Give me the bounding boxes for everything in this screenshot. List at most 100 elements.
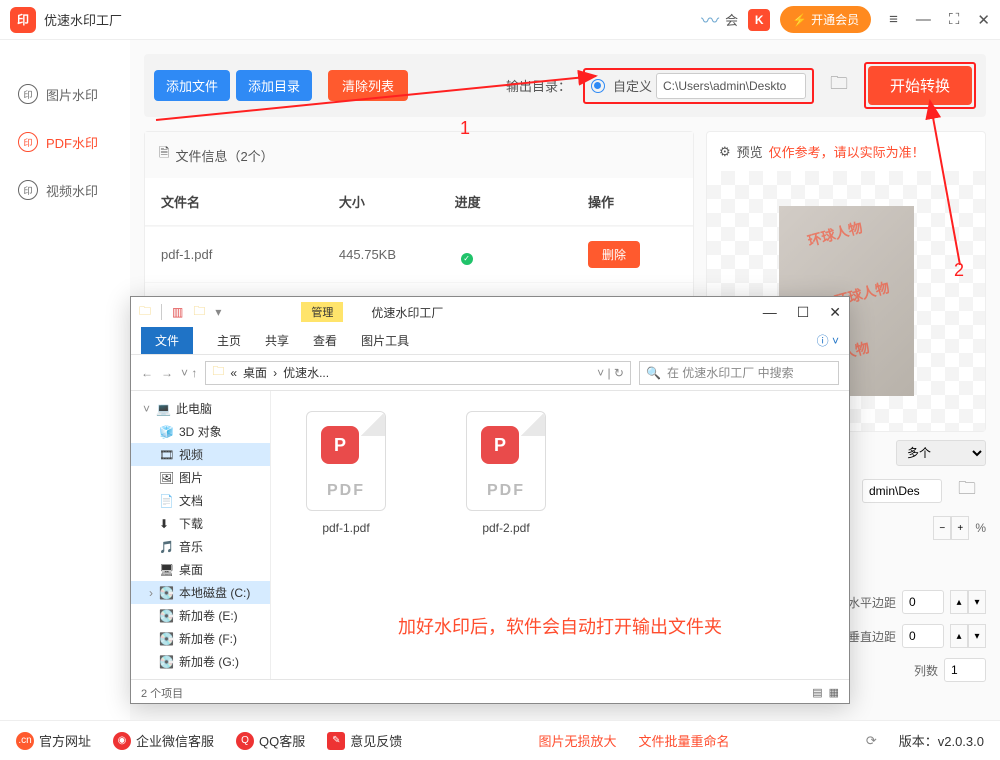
folder-icon: 🗀 [139,302,151,323]
help-icon[interactable]: ⓘ ˅ [817,332,839,349]
refresh-icon[interactable]: ⟳ [866,733,877,749]
explorer-note: 加好水印后，软件会自动打开输出文件夹 [271,613,849,639]
folder-icon[interactable]: 🗀 [830,71,848,101]
cols-input[interactable] [944,658,986,682]
menu-icon[interactable]: ≡ [889,11,898,29]
desktop-icon: 🖥 [159,563,173,577]
plus-button[interactable]: + [951,516,969,540]
step-up[interactable]: ▴ [950,590,968,614]
video-icon: 🎞 [159,448,173,462]
pdf-icon: P [481,426,519,464]
tree-node[interactable]: 💽新加卷 (E:) [131,604,270,627]
minus-button[interactable]: − [933,516,951,540]
tree-label: 桌面 [179,561,203,578]
web-icon: .cn [16,732,34,750]
official-site-link[interactable]: .cn 官方网址 [16,731,91,750]
close-icon[interactable]: ✕ [977,11,990,29]
convert-button[interactable]: 开始转换 [868,66,972,105]
sidebar-item-video[interactable]: 印视频水印 [0,166,130,214]
step-up[interactable]: ▴ [950,624,968,648]
up-icon[interactable]: ˅ ↑ [181,366,197,380]
close-icon[interactable]: ✕ [829,304,841,321]
minimize-icon[interactable]: — [763,304,777,321]
tree-node[interactable]: ›💽本地磁盘 (C:) [131,581,270,604]
cols-label: 列数 [914,662,938,679]
tree-node[interactable]: ⬇下载 [131,512,270,535]
tree-node[interactable]: 📄文档 [131,489,270,512]
tree-label: 音乐 [179,538,203,555]
tree-node[interactable]: ˅💻此电脑 [131,397,270,420]
sidebar-item-image[interactable]: 印图片水印 [0,70,130,118]
badge-icon[interactable]: K [748,9,770,31]
explorer-window: 🗀 ▥ 🗀 ▾ 管理 优速水印工厂 — ☐ ✕ 文件 主页 共享 查看 图片工具… [130,296,850,704]
back-icon[interactable]: ← [141,366,153,380]
status-text: 2 个项目 [141,685,183,701]
minimize-icon[interactable]: — [916,11,931,29]
path-segment[interactable]: 桌面 [243,364,267,381]
explorer-titlebar: 🗀 ▥ 🗀 ▾ 管理 优速水印工厂 — ☐ ✕ [131,297,849,327]
link-label: 官方网址 [39,731,91,750]
forward-icon[interactable]: → [161,366,173,380]
h-margin-input[interactable] [902,590,944,614]
music-icon: 🎵 [159,540,173,554]
maximize-icon[interactable]: ☐ [797,304,810,321]
vip-button-label: 开通会员 [811,11,859,28]
ribbon-share[interactable]: 共享 [265,332,289,349]
file-item[interactable]: PPDF pdf-2.pdf [461,411,551,535]
path-segment[interactable]: 优速水... [283,364,329,381]
file-size: 445.75KB [339,247,455,262]
v-margin-input[interactable] [902,624,944,648]
clear-button[interactable]: 清除列表 [328,70,408,101]
dragon-icon: 〰 [701,7,719,33]
address-bar[interactable]: 🗀 « 桌面› 优速水... ˅ | ↻ [205,361,631,385]
file-name: pdf-2.pdf [482,521,529,535]
tree-label: 新加卷 (G:) [179,653,239,670]
tree-node[interactable]: 🎞视频 [131,443,270,466]
tree-node[interactable]: 🖼图片 [131,466,270,489]
file-name: pdf-1.pdf [322,521,369,535]
tree-node[interactable]: 🧊3D 对象 [131,420,270,443]
maximize-icon[interactable]: ⛶ [949,11,960,29]
folder-icon[interactable]: 🗀 [958,476,976,506]
explorer-search[interactable]: 🔍 在 优速水印工厂 中搜索 [639,361,839,385]
add-dir-button[interactable]: 添加目录 [236,70,312,101]
vip-button[interactable]: ⚡开通会员 [780,6,871,33]
link-label: 意见反馈 [350,731,402,750]
enlarge-link[interactable]: 图片无损放大 [539,731,617,750]
tree-node[interactable]: 💽 新加卷 (G:) [131,650,270,673]
tree-node[interactable]: 💽新加卷 (F:) [131,627,270,650]
tree-node[interactable]: 🖥 桌面 [131,558,270,581]
explorer-files: PPDF pdf-1.pdf PPDF pdf-2.pdf 加好水印后，软件会自… [271,391,849,679]
pct-label: % [975,521,986,535]
wechat-link[interactable]: ◉企业微信客服 [113,731,214,750]
preview-label: 预览 [737,142,763,161]
ribbon-file[interactable]: 文件 [141,327,193,354]
manage-tab[interactable]: 管理 [301,302,343,322]
ribbon-home[interactable]: 主页 [217,332,241,349]
col-ops: 操作 [588,192,677,211]
ribbon-view[interactable]: 查看 [313,332,337,349]
output-path-input[interactable] [656,73,806,99]
radio-custom[interactable] [591,79,605,93]
step-down[interactable]: ▾ [968,624,986,648]
ribbon-pic[interactable]: 图片工具 [361,332,409,349]
qq-link[interactable]: QQQ客服 [236,731,305,750]
sidebar-item-pdf[interactable]: 印PDF水印 [0,118,130,166]
file-item[interactable]: PPDF pdf-1.pdf [301,411,391,535]
feedback-link[interactable]: ✎意见反馈 [327,731,402,750]
footer: .cn 官方网址 ◉企业微信客服 QQQ客服 ✎意见反馈 图片无损放大 文件批量重… [0,720,1000,760]
tree-node[interactable]: 🎵 音乐 [131,535,270,558]
delete-button[interactable]: 删除 [588,241,640,268]
path-tail-input[interactable] [862,479,942,503]
view-details-icon[interactable]: ▤ [812,686,822,699]
col-size: 大小 [339,192,455,211]
count-select[interactable]: 多个 [896,440,986,466]
add-file-button[interactable]: 添加文件 [154,70,230,101]
disk-icon: 💽 [159,655,173,669]
preview-warning: 仅作参考，请以实际为准！ [769,142,925,161]
view-icons-icon[interactable]: ▦ [829,686,839,699]
chevron-icon: › [149,586,153,600]
rename-link[interactable]: 文件批量重命名 [639,731,730,750]
step-down[interactable]: ▾ [968,590,986,614]
down-icon[interactable]: ▥ [172,305,183,319]
